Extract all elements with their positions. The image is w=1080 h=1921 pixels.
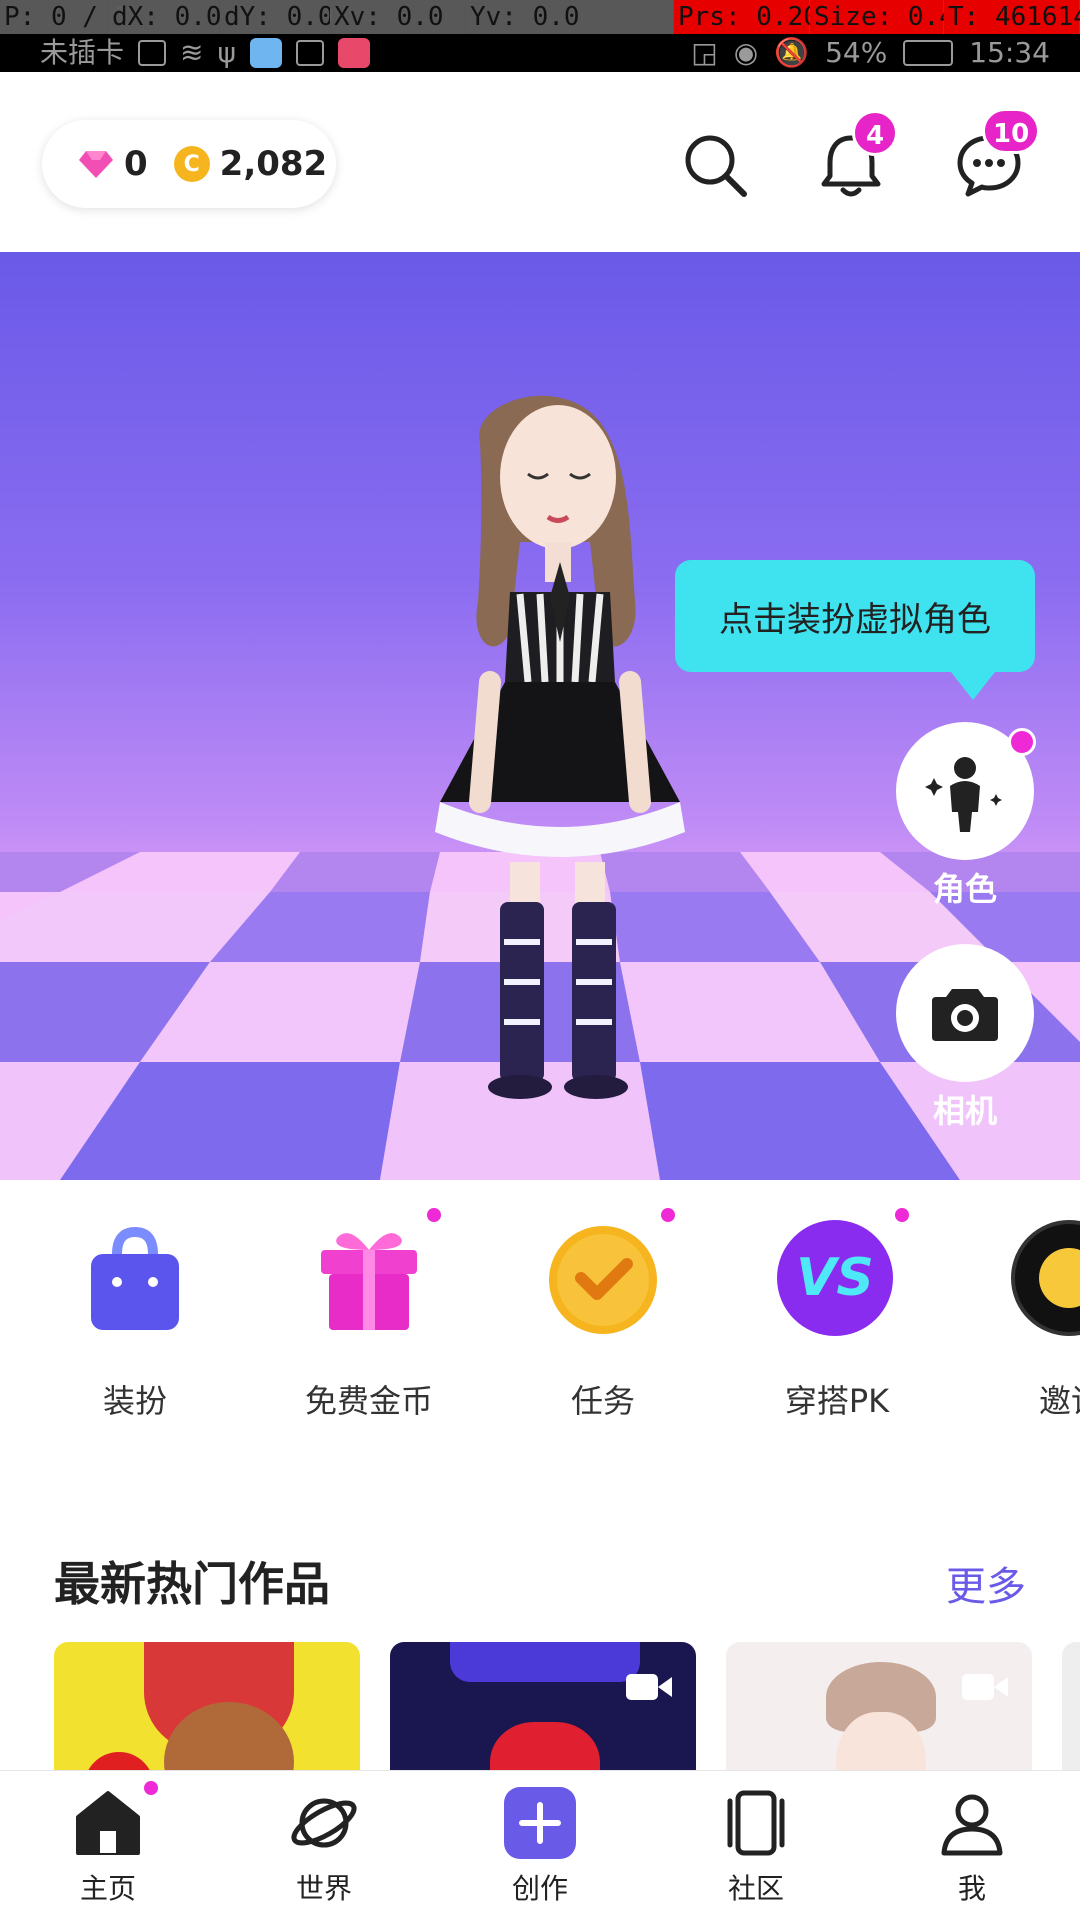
quick-action-label: 邀请 bbox=[1038, 1382, 1080, 1420]
debug-size: Size: 0.40 bbox=[810, 0, 971, 34]
app-notification-icon-2 bbox=[337, 38, 370, 68]
eye-icon: ◉ bbox=[733, 36, 759, 69]
wifi-icon: ≋ bbox=[180, 36, 204, 69]
quick-action-outfit-pk[interactable]: VS 穿搭PK bbox=[742, 1208, 932, 1422]
camera-label: 相机 bbox=[932, 1092, 997, 1130]
nav-me[interactable]: 我 bbox=[892, 1787, 1052, 1907]
diamond-icon bbox=[79, 151, 113, 178]
avatar-scene[interactable]: 点击装扮虚拟角色 角色 相机 bbox=[0, 252, 1080, 1180]
notifications-badge: 4 bbox=[852, 110, 898, 156]
debug-time: T: 461614 bbox=[944, 0, 1080, 34]
battery-percent: 54% bbox=[825, 36, 888, 69]
battery-icon bbox=[903, 40, 954, 66]
carrier-text: 未插卡 bbox=[40, 36, 125, 69]
camera-icon bbox=[932, 989, 998, 1041]
create-plus-icon bbox=[504, 1787, 576, 1859]
gift-icon bbox=[309, 1208, 441, 1340]
character-sparkle-icon bbox=[925, 757, 1002, 832]
debug-xv: Xv: 0.0 bbox=[330, 0, 466, 34]
home-new-dot bbox=[144, 1781, 158, 1795]
home-icon bbox=[72, 1781, 158, 1859]
work-card[interactable] bbox=[726, 1642, 1032, 1772]
tasks-new-dot bbox=[661, 1208, 675, 1222]
work-card[interactable] bbox=[390, 1642, 696, 1772]
quick-action-invite[interactable]: 邀请 bbox=[976, 1220, 1080, 1422]
vs-text: VS bbox=[777, 1220, 893, 1336]
currency-pill[interactable]: 0 C 2,082 bbox=[42, 120, 336, 208]
app-notification-icon bbox=[249, 38, 282, 68]
free-coins-new-dot bbox=[427, 1208, 441, 1222]
camera-button[interactable] bbox=[896, 944, 1034, 1082]
outfit-pk-new-dot bbox=[895, 1208, 909, 1222]
status-bar: P: 0 / 1 dX: 0.0 dY: 0.0 Xv: 0.0 Yv: 0.0… bbox=[0, 0, 1080, 72]
coin-count: 2,082 bbox=[219, 144, 328, 184]
sim-icon bbox=[138, 40, 167, 66]
nav-community[interactable]: 社区 bbox=[676, 1787, 836, 1907]
search-icon[interactable] bbox=[680, 130, 750, 200]
quick-action-label: 穿搭PK bbox=[784, 1382, 890, 1420]
nav-label: 主页 bbox=[79, 1872, 136, 1905]
debug-dy: dY: 0.0 bbox=[220, 0, 334, 34]
quick-action-label: 任务 bbox=[570, 1382, 635, 1420]
task-check-icon bbox=[543, 1208, 675, 1340]
planet-icon bbox=[288, 1787, 360, 1859]
character-button[interactable] bbox=[896, 722, 1036, 860]
quick-action-label: 免费金币 bbox=[304, 1382, 433, 1420]
quick-action-tasks[interactable]: 任务 bbox=[508, 1208, 698, 1422]
nav-label: 世界 bbox=[295, 1872, 352, 1905]
nav-create[interactable]: 创作 bbox=[460, 1787, 620, 1907]
video-icon bbox=[962, 1674, 1008, 1700]
invite-icon bbox=[1011, 1220, 1080, 1340]
debug-yv: Yv: 0.0 bbox=[466, 0, 674, 34]
nav-label: 我 bbox=[957, 1872, 986, 1905]
nav-home[interactable]: 主页 bbox=[28, 1781, 188, 1907]
section-title: 最新热门作品 bbox=[54, 1557, 330, 1611]
messages-button[interactable]: 10 bbox=[954, 108, 1041, 200]
dress-up-tooltip[interactable]: 点击装扮虚拟角色 bbox=[675, 560, 1035, 700]
more-link[interactable]: 更多 bbox=[946, 1554, 1026, 1612]
usb-icon: ψ bbox=[217, 36, 236, 69]
messages-badge: 10 bbox=[982, 108, 1041, 154]
avatar-character[interactable] bbox=[400, 382, 730, 1102]
quick-action-dress-up[interactable]: 装扮 bbox=[40, 1220, 230, 1422]
debug-prs: Prs: 0.20 bbox=[674, 0, 819, 34]
hot-works-list bbox=[0, 1642, 1080, 1772]
vs-icon: VS bbox=[777, 1208, 909, 1340]
character-new-dot bbox=[1008, 728, 1036, 756]
header: 0 C 2,082 4 10 bbox=[0, 72, 1080, 252]
media-icon bbox=[295, 40, 324, 66]
work-card[interactable] bbox=[54, 1642, 360, 1772]
quick-action-label: 装扮 bbox=[102, 1382, 167, 1420]
debug-pointer: P: 0 / 1 bbox=[0, 0, 129, 34]
profile-icon bbox=[936, 1787, 1008, 1859]
debug-overlay: P: 0 / 1 dX: 0.0 dY: 0.0 Xv: 0.0 Yv: 0.0… bbox=[0, 0, 1080, 34]
nav-label: 社区 bbox=[727, 1872, 784, 1905]
nav-label: 创作 bbox=[511, 1872, 568, 1905]
coin-icon: C bbox=[173, 146, 210, 182]
mute-icon: 🔕 bbox=[774, 36, 810, 69]
work-card[interactable] bbox=[1062, 1642, 1080, 1772]
diamond-count: 0 bbox=[124, 144, 148, 184]
notifications-button[interactable]: 4 bbox=[816, 110, 898, 200]
cast-icon: ◲ bbox=[691, 36, 718, 69]
quick-action-free-coins[interactable]: 免费金币 bbox=[274, 1208, 464, 1422]
quick-actions: 装扮 免费金币 任务 VS 穿搭PK 邀 bbox=[0, 1180, 1080, 1450]
community-icon bbox=[720, 1787, 792, 1859]
bottom-nav: 主页 世界 创作 社区 我 bbox=[0, 1770, 1080, 1921]
debug-dx: dX: 0.0 bbox=[108, 0, 222, 34]
nav-world[interactable]: 世界 bbox=[244, 1787, 404, 1907]
video-icon bbox=[626, 1674, 672, 1700]
bag-icon bbox=[75, 1220, 195, 1340]
clock: 15:34 bbox=[969, 36, 1050, 69]
character-label: 角色 bbox=[932, 870, 997, 908]
